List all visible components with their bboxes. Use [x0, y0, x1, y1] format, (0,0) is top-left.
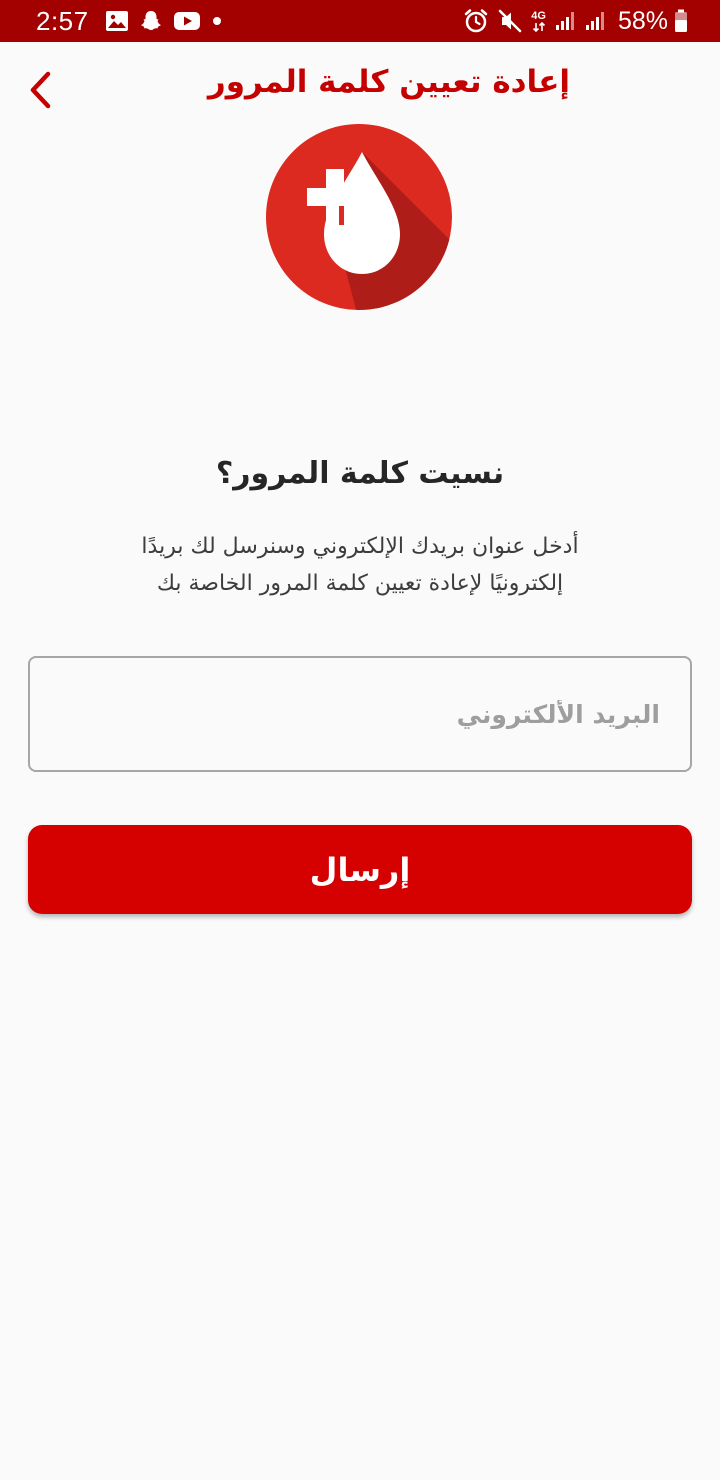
email-input[interactable] [28, 656, 692, 772]
status-time: 2:57 [36, 5, 89, 36]
notification-dot-icon [211, 15, 223, 27]
back-button[interactable] [18, 66, 62, 114]
forgot-password-heading: نسيت كلمة المرور؟ [215, 456, 505, 491]
status-bar: 2:57 4G 58% [0, 0, 720, 42]
signal-icon [554, 10, 576, 32]
signal-icon-2 [584, 10, 606, 32]
snapchat-icon [139, 9, 163, 33]
alarm-icon [463, 8, 489, 34]
youtube-icon [173, 10, 201, 32]
battery-icon [674, 9, 688, 33]
status-bar-right: 4G 58% [463, 7, 688, 36]
gallery-icon [105, 10, 129, 32]
battery-percent: 58% [617, 6, 668, 35]
send-button-label: إرسال [309, 850, 411, 889]
mute-icon [497, 8, 523, 34]
instructions-line-1: أدخل عنوان بريدك الإلكتروني وسنرسل لك بر… [141, 534, 579, 559]
send-button[interactable]: إرسال [28, 825, 692, 914]
instructions-line-2: إلكترونيًا لإعادة تعيين كلمة المرور الخا… [156, 571, 564, 596]
chevron-left-icon [30, 71, 51, 109]
status-bar-left: 2:57 [36, 6, 233, 37]
blood-drop-plus-icon [266, 124, 452, 310]
network-type: 4G [531, 9, 546, 32]
page-title: إعادة تعيين كلمة المرور [207, 64, 570, 100]
instructions-text: أدخل عنوان بريدك الإلكتروني وسنرسل لك بر… [60, 528, 660, 602]
network-label: 4G [531, 9, 546, 22]
app-logo [266, 124, 452, 310]
